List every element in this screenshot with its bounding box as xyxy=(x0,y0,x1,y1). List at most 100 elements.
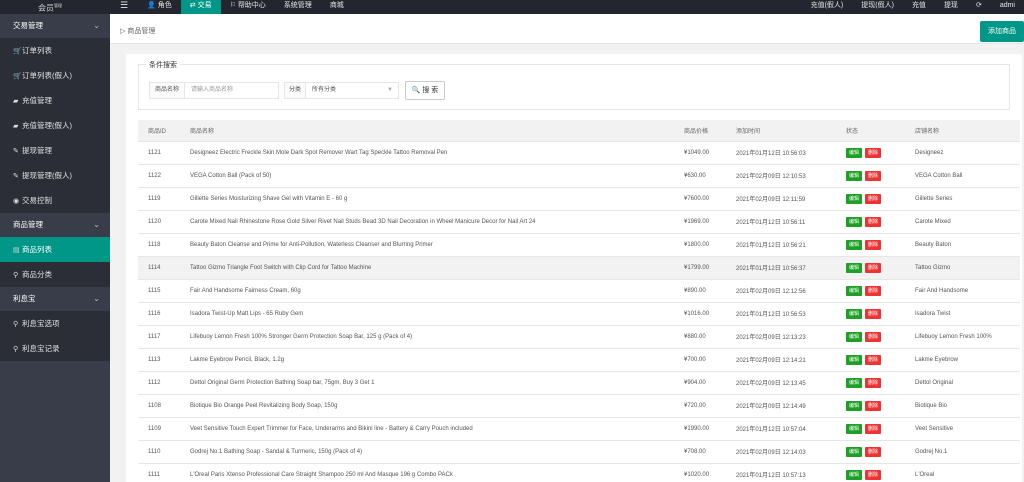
table-row[interactable]: 1109 Veet Sensitive Touch Expert Trimmer … xyxy=(138,417,1020,441)
edit-button[interactable]: 编辑 xyxy=(846,331,863,342)
sidebar-item[interactable]: ▰ 充值管理(假人) xyxy=(0,113,110,138)
edit-button[interactable]: 编辑 xyxy=(846,377,863,388)
sidebar-group-label: 商品管理 xyxy=(13,220,43,229)
product-id: 1115 xyxy=(138,279,180,303)
sidebar-group[interactable]: 交易管理 ⌄ xyxy=(0,14,110,38)
add-product-button[interactable]: 添加商品 xyxy=(980,21,1024,42)
column-header: 商品价格 xyxy=(674,120,726,142)
sidebar-item[interactable]: ⚲ 商品分类 xyxy=(0,262,110,287)
top-nav-item[interactable]: 👤 角色 xyxy=(138,0,181,14)
table-row[interactable]: 1116 Isadora Twist-Up Matt Lips - 65 Ruby… xyxy=(138,302,1020,326)
top-nav-item[interactable]: 商城 xyxy=(321,0,353,14)
product-id: 1109 xyxy=(138,417,180,441)
delete-button[interactable]: 删除 xyxy=(865,423,882,434)
delete-button[interactable]: 删除 xyxy=(865,377,882,388)
menu-item-icon: ▰ xyxy=(13,98,19,105)
edit-button[interactable]: 编辑 xyxy=(846,193,863,204)
delete-button[interactable]: 删除 xyxy=(865,239,882,250)
sidebar-item[interactable]: 🛒订单列表 xyxy=(0,38,110,63)
delete-button[interactable]: 删除 xyxy=(865,147,882,158)
column-header: 状态 xyxy=(836,120,905,142)
delete-button[interactable]: 删除 xyxy=(865,193,882,204)
sidebar-item[interactable]: ◉ 交易控制 xyxy=(0,188,110,213)
sidebar-item[interactable]: ✎ 提现管理 xyxy=(0,138,110,163)
sidebar-item[interactable]: ⚲ 利息宝记录 xyxy=(0,336,110,361)
added-time: 2021年01月12日 10:56:03 xyxy=(726,141,836,165)
status-cell: 编辑 删除 xyxy=(836,325,905,349)
top-right-link[interactable]: 提现(假人) xyxy=(852,0,903,14)
user-icon[interactable]: admi xyxy=(991,0,1024,14)
table-row[interactable]: 1113 Lakme Eyebrow Pencil, Black, 1.2g ¥70… xyxy=(138,348,1020,372)
delete-button[interactable]: 删除 xyxy=(865,308,882,319)
status-cell: 编辑 删除 xyxy=(836,164,905,188)
sidebar-item[interactable]: ✎ 提现管理(假人) xyxy=(0,163,110,188)
search-button[interactable]: 🔍 搜 索 xyxy=(405,81,445,100)
table-row[interactable]: 1110 Godrej No.1 Bathing Soap - Sandal & … xyxy=(138,440,1020,464)
product-name: Lakme Eyebrow Pencil, Black, 1.2g xyxy=(180,348,674,372)
shop-name: Lakme Eyebrow xyxy=(905,348,1020,372)
product-name: Tattoo Gizmo Triangle Foot Switch with C… xyxy=(180,256,674,280)
refresh-icon[interactable]: ⟳ xyxy=(967,0,991,14)
product-price: ¥1800.00 xyxy=(674,233,726,257)
edit-button[interactable]: 编辑 xyxy=(846,354,863,365)
edit-button[interactable]: 编辑 xyxy=(846,308,863,319)
table-row[interactable]: 1122 VEGA Cotton Ball (Pack of 50) ¥630.00… xyxy=(138,164,1020,188)
category-select[interactable]: 所有分类 ▼ xyxy=(305,82,399,99)
sidebar-item[interactable]: ▤ 商品列表 xyxy=(0,237,110,262)
delete-button[interactable]: 删除 xyxy=(865,354,882,365)
delete-button[interactable]: 删除 xyxy=(865,400,882,411)
edit-button[interactable]: 编辑 xyxy=(846,446,863,457)
product-name-input[interactable]: 请输入商品名称 xyxy=(184,82,279,99)
edit-button[interactable]: 编辑 xyxy=(846,216,863,227)
product-id: 1112 xyxy=(138,371,180,395)
table-row[interactable]: 1111 L'Oreal Paris Xtenso Professional Ca… xyxy=(138,463,1020,482)
table-row[interactable]: 1119 Gillette Series Moisturizing Shave G… xyxy=(138,187,1020,211)
top-right-link[interactable]: 提现 xyxy=(935,0,967,14)
edit-button[interactable]: 编辑 xyxy=(846,400,863,411)
menu-icon[interactable]: ☰ xyxy=(112,0,138,14)
edit-button[interactable]: 编辑 xyxy=(846,469,863,480)
delete-button[interactable]: 删除 xyxy=(865,170,882,181)
delete-button[interactable]: 删除 xyxy=(865,285,882,296)
sidebar-item[interactable]: 🛒订单列表(假人) xyxy=(0,63,110,88)
edit-button[interactable]: 编辑 xyxy=(846,147,863,158)
sidebar-item[interactable]: ⚲ 利息宝选项 xyxy=(0,311,110,336)
edit-button[interactable]: 编辑 xyxy=(846,239,863,250)
sidebar-item-label: 提现管理 xyxy=(22,146,52,155)
product-price: ¥1990.00 xyxy=(674,417,726,441)
table-row[interactable]: 1112 Dettol Original Germ Protection Bath… xyxy=(138,371,1020,395)
top-nav-item[interactable]: 系统管理 xyxy=(275,0,321,14)
table-row[interactable]: 1121 Designeez Electric Freckle Skin Mole… xyxy=(138,141,1020,165)
delete-button[interactable]: 删除 xyxy=(865,262,882,273)
delete-button[interactable]: 删除 xyxy=(865,216,882,227)
top-nav-item[interactable]: ⚐ 帮助中心 xyxy=(221,0,275,14)
sidebar-item[interactable]: ▰ 充值管理 xyxy=(0,88,110,113)
product-price: ¥700.00 xyxy=(674,348,726,372)
table-row[interactable]: 1117 Lifebuoy Lemon Fresh 100% Stronger G… xyxy=(138,325,1020,349)
table-row[interactable]: 1120 Carote Mixed Nail Rhinestone Rose Go… xyxy=(138,210,1020,234)
delete-button[interactable]: 删除 xyxy=(865,331,882,342)
status-cell: 编辑 删除 xyxy=(836,302,905,326)
sidebar-item-label: 利息宝记录 xyxy=(22,344,60,353)
top-nav-item[interactable]: ⇄ 交易 xyxy=(180,0,221,14)
table-row[interactable]: 1115 Fair And Handsome Fairness Cream, 60… xyxy=(138,279,1020,303)
table-row[interactable]: 1118 Beauty Baton Cleanse and Prime for A… xyxy=(138,233,1020,257)
delete-button[interactable]: 删除 xyxy=(865,446,882,457)
delete-button[interactable]: 删除 xyxy=(865,469,882,480)
sidebar-group[interactable]: 商品管理 ⌄ xyxy=(0,213,110,237)
shop-name: Godrej No.1 xyxy=(905,440,1020,464)
table-row[interactable]: 1114 Tattoo Gizmo Triangle Foot Switch wi… xyxy=(138,256,1020,280)
top-right-link[interactable]: 充值 xyxy=(903,0,935,14)
edit-button[interactable]: 编辑 xyxy=(846,285,863,296)
category-label: 分类 xyxy=(284,82,306,99)
top-right-link[interactable]: 充值(假人) xyxy=(802,0,853,14)
edit-button[interactable]: 编辑 xyxy=(846,423,863,434)
product-name: Dettol Original Germ Protection Bathing … xyxy=(180,371,674,395)
sidebar-group[interactable]: 利息宝 ⌄ xyxy=(0,287,110,311)
search-legend: 条件搜索 xyxy=(146,60,180,70)
edit-button[interactable]: 编辑 xyxy=(846,170,863,181)
sidebar-group-label: 利息宝 xyxy=(13,294,36,303)
added-time: 2021年02月09日 12:13:45 xyxy=(726,371,836,395)
edit-button[interactable]: 编辑 xyxy=(846,262,863,273)
table-row[interactable]: 1108 Biotique Bio Orange Peel Revitalizin… xyxy=(138,394,1020,418)
